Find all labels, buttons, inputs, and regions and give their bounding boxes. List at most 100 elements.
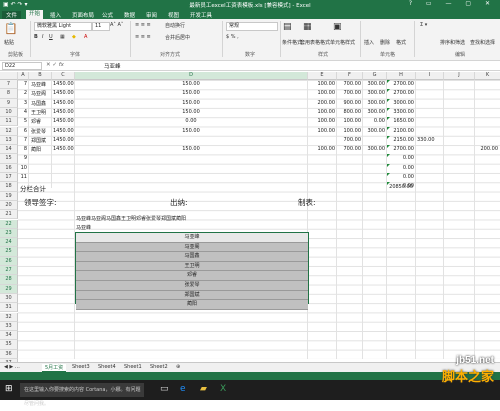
- cell-name[interactable]: 蔺阳: [31, 146, 51, 153]
- cell-g[interactable]: 300.00: [364, 146, 386, 152]
- sheet-tab[interactable]: Sheet1: [124, 364, 142, 370]
- row-header[interactable]: 17: [0, 173, 18, 183]
- row-header[interactable]: 26: [0, 256, 18, 266]
- cell-index[interactable]: 9: [20, 155, 27, 161]
- cell-allowance[interactable]: 150.00: [75, 128, 307, 134]
- cell-index[interactable]: 11: [20, 174, 27, 180]
- fx-icon[interactable]: ✕ ✓ fx: [46, 62, 64, 68]
- tab-home[interactable]: 开始: [26, 10, 44, 19]
- row-header[interactable]: 32: [0, 312, 18, 322]
- border-icon[interactable]: ▦: [60, 34, 65, 40]
- list-item[interactable]: 王卫明: [76, 261, 308, 272]
- row-header[interactable]: 22: [0, 219, 18, 229]
- error-indicator-icon[interactable]: [387, 135, 390, 139]
- table-format-icon[interactable]: ▦: [303, 22, 312, 32]
- cell-f[interactable]: 800.00: [338, 109, 362, 115]
- underline-icon[interactable]: U: [49, 34, 53, 40]
- sheet-tab[interactable]: Sheet4: [98, 364, 116, 370]
- cell-allowance[interactable]: 150.00: [75, 90, 307, 96]
- row-header[interactable]: 12: [0, 126, 18, 136]
- error-indicator-icon[interactable]: [387, 173, 390, 176]
- cell-f[interactable]: 100.00: [338, 118, 362, 124]
- cell-total[interactable]: 2150.00: [388, 137, 414, 143]
- concat-first-name[interactable]: 马亚峰: [76, 224, 91, 231]
- cell-index[interactable]: 7: [20, 137, 27, 143]
- font-name-select[interactable]: 微软雅黑 Light: [34, 22, 92, 31]
- cell-total[interactable]: 2700.00: [388, 81, 414, 87]
- cell-styles-icon[interactable]: ▣: [333, 22, 342, 32]
- tab-review[interactable]: 审阅: [146, 11, 157, 19]
- window-controls[interactable]: ? ▭ — ▢ ✕: [409, 0, 496, 7]
- cell-base-salary[interactable]: 1450.00: [53, 146, 74, 152]
- cell-e[interactable]: 100.00: [309, 90, 336, 96]
- delete-button[interactable]: 删除: [380, 39, 390, 46]
- cell-total[interactable]: 2700.00: [388, 90, 414, 96]
- windows-start-icon[interactable]: ⊞: [5, 384, 13, 394]
- cell-total[interactable]: 0.00: [388, 174, 414, 180]
- cell-g[interactable]: 300.00: [364, 128, 386, 134]
- task-view-icon[interactable]: ▭: [160, 384, 169, 394]
- cell-name[interactable]: 邓睿: [31, 118, 51, 125]
- column-header[interactable]: K: [475, 72, 500, 80]
- row-header[interactable]: 11: [0, 117, 18, 127]
- cell-g[interactable]: 300.00: [364, 109, 386, 115]
- cell-index[interactable]: 5: [20, 118, 27, 124]
- cell-base-salary[interactable]: 1450.00: [53, 109, 74, 115]
- cell-name[interactable]: 马国鑫: [31, 100, 51, 107]
- cell-base-salary[interactable]: 1450.00: [53, 100, 74, 106]
- percent-icon[interactable]: $ % ,: [226, 34, 239, 40]
- subtotal-label[interactable]: 分栏合计: [20, 183, 46, 193]
- font-grow-icon[interactable]: A˄ A˅: [110, 22, 123, 28]
- cell-total[interactable]: 2700.00: [388, 146, 414, 152]
- cell-total[interactable]: 1650.00: [388, 118, 414, 124]
- name-list-block[interactable]: 马亚峰 马亚阁 马国鑫 王卫明 邓睿 张爱琴 郑国斌 蔺阳: [75, 232, 309, 310]
- row-header[interactable]: 9: [0, 98, 18, 108]
- list-item[interactable]: 马亚峰: [76, 233, 308, 243]
- tab-developer[interactable]: 开发工具: [190, 11, 212, 19]
- list-item[interactable]: 马亚阁: [76, 242, 308, 253]
- cell-name[interactable]: 张爱琴: [31, 128, 51, 135]
- sheet-tab-active[interactable]: 5月工资: [42, 364, 67, 372]
- find-select-button[interactable]: 查找和选择: [470, 39, 495, 46]
- insert-button[interactable]: 插入: [364, 39, 374, 46]
- row-header[interactable]: 13: [0, 135, 18, 146]
- concatenated-names[interactable]: 马亚峰马亚阁马国鑫王卫明邓睿张爱琴郑国斌蔺阳: [76, 215, 186, 222]
- list-item[interactable]: 邓睿: [76, 271, 308, 281]
- list-item[interactable]: 蔺阳: [76, 300, 308, 310]
- cell-index[interactable]: 4: [20, 109, 27, 115]
- cell-g[interactable]: 300.00: [364, 90, 386, 96]
- bold-icon[interactable]: B: [34, 34, 38, 40]
- cell-name[interactable]: 马亚峰: [31, 81, 51, 88]
- cell-base-salary[interactable]: 1450.00: [53, 81, 74, 87]
- table-format-button[interactable]: 套用表格格式: [300, 39, 330, 46]
- cell-f[interactable]: 100.00: [338, 128, 362, 134]
- name-box[interactable]: D22: [2, 62, 42, 70]
- maker-label[interactable]: 制表:: [298, 197, 316, 208]
- paste-icon[interactable]: 📋: [4, 22, 18, 35]
- row-header[interactable]: 20: [0, 200, 18, 211]
- row-header[interactable]: 34: [0, 331, 18, 341]
- cell-styles-button[interactable]: 单元格样式: [330, 39, 355, 46]
- cell-e[interactable]: 200.00: [309, 100, 336, 106]
- cell-f[interactable]: 700.00: [338, 81, 362, 87]
- cell-index[interactable]: 2: [20, 90, 27, 96]
- cell-total[interactable]: 0.00: [388, 165, 414, 171]
- cashier-label[interactable]: 出纳:: [170, 197, 188, 208]
- cell-total[interactable]: 3000.00: [388, 100, 414, 106]
- cell-g[interactable]: 300.00: [364, 100, 386, 106]
- number-format-select[interactable]: 常规: [226, 22, 278, 31]
- conditional-format-icon[interactable]: ▤: [283, 22, 292, 32]
- error-indicator-icon[interactable]: [387, 89, 390, 93]
- explorer-icon[interactable]: ▰: [200, 384, 207, 394]
- select-all-corner[interactable]: [0, 72, 18, 80]
- cell-index[interactable]: 8: [20, 146, 27, 152]
- font-color-icon[interactable]: A: [84, 34, 87, 40]
- sheet-tab[interactable]: Sheet2: [150, 364, 168, 370]
- column-header[interactable]: B: [29, 72, 52, 80]
- row-header[interactable]: 21: [0, 210, 18, 220]
- column-header[interactable]: A: [18, 72, 29, 80]
- list-item[interactable]: 马国鑫: [76, 252, 308, 262]
- error-indicator-icon[interactable]: [387, 80, 390, 83]
- italic-icon[interactable]: I: [42, 34, 43, 40]
- cell-f[interactable]: 700.00: [338, 137, 362, 143]
